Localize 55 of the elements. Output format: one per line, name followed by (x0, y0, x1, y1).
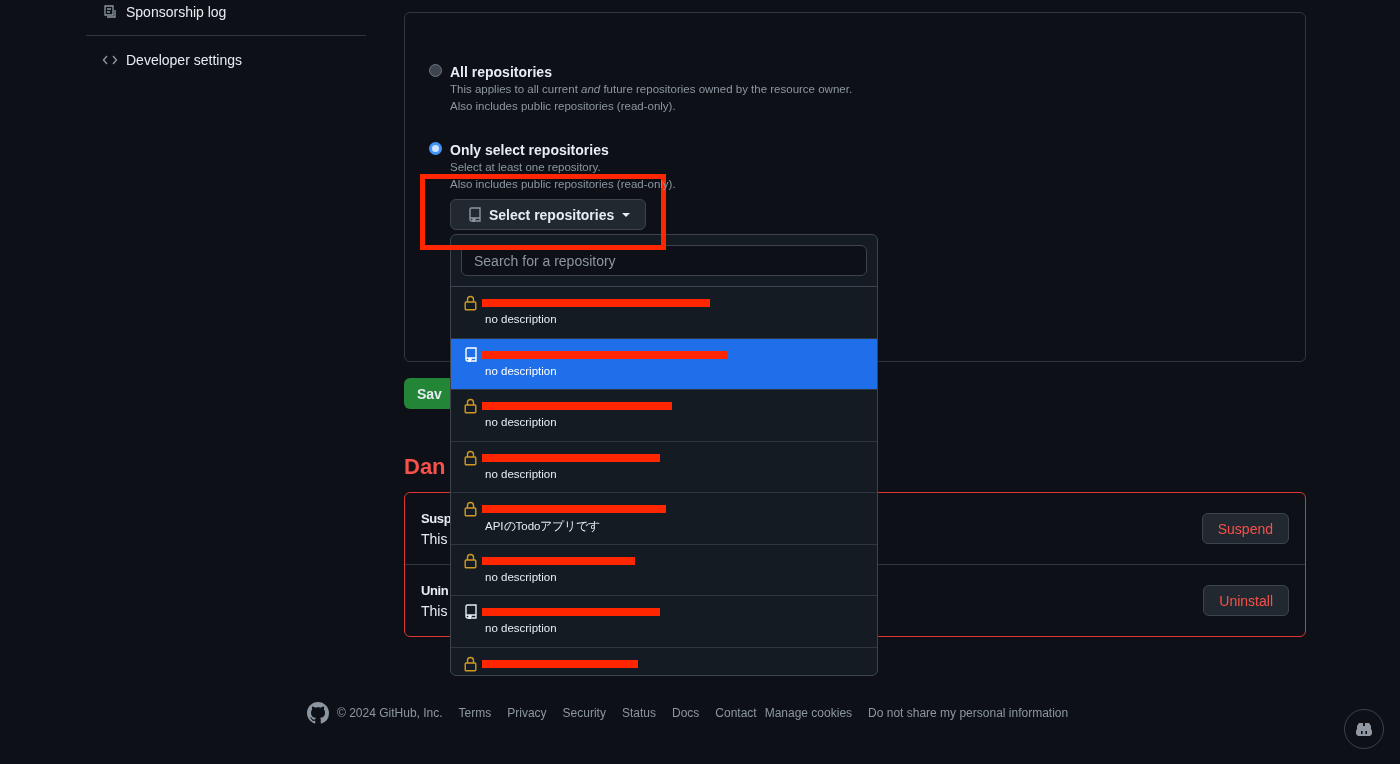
option-title: All repositories (450, 63, 553, 81)
footer-link[interactable]: Do not share my personal information (868, 706, 1069, 720)
footer-link[interactable]: Terms (458, 706, 492, 720)
lock-icon (463, 655, 477, 672)
repository-description: no description (485, 570, 558, 583)
repository-item[interactable]: no description (451, 287, 877, 339)
repository-item[interactable]: no description (451, 596, 877, 648)
repository-description: no description (485, 416, 558, 428)
goggles-face-icon (1356, 722, 1372, 736)
search-field[interactable]: Search for a repository (461, 245, 867, 276)
repository-item[interactable]: no description (451, 338, 877, 390)
radio-button[interactable] (429, 64, 442, 77)
sidebar-item[interactable]: Sponsorship log (86, 0, 366, 23)
option-note: Also includes public repositories (read-only). (450, 99, 676, 114)
repository-item[interactable]: APIのTodoアプリです (451, 493, 877, 545)
sidebar-item[interactable]: Developer settings (86, 48, 366, 71)
option-title: Only select repositories (450, 141, 610, 159)
danger-button[interactable]: Suspend (1201, 513, 1289, 544)
copyright-text: © 2024 GitHub, Inc. (337, 706, 443, 720)
repository-description: no description (485, 313, 558, 325)
repository-item[interactable]: no description (451, 441, 877, 493)
github-logo-icon (307, 702, 329, 724)
repository-item[interactable]: no description (451, 390, 877, 442)
repository-item[interactable]: no description (451, 544, 877, 596)
log-icon (102, 3, 118, 20)
copilot-button[interactable] (1344, 709, 1384, 749)
select-repositories-button[interactable]: Select repositories (450, 199, 647, 230)
footer-link[interactable]: Security (562, 706, 606, 720)
radio-button[interactable] (429, 142, 442, 155)
lock-icon (463, 552, 477, 569)
lock-icon (463, 449, 477, 466)
footer-link[interactable]: Privacy (507, 706, 547, 720)
setting-title: Susp (421, 510, 452, 528)
setting-description: This (421, 530, 449, 549)
caret-icon (622, 212, 631, 217)
repository-icon (463, 346, 477, 362)
lock-icon (463, 295, 477, 311)
repository-description: APIのTodoアプリです (485, 519, 602, 534)
danger-button[interactable]: Uninstall (1203, 585, 1289, 616)
section-heading: Dan (404, 455, 446, 479)
repository-description: no description (485, 364, 558, 377)
footer-link[interactable]: Manage cookies (764, 706, 853, 720)
footer-link[interactable]: Status (621, 706, 656, 720)
repository-description: no description (485, 467, 558, 480)
setting-title: Unin (421, 582, 449, 600)
footer-link[interactable]: Docs (671, 706, 700, 720)
lock-icon (463, 501, 477, 517)
repository-icon (468, 207, 481, 222)
repository-icon (463, 604, 477, 619)
footer-link[interactable]: Contact (715, 706, 757, 720)
option-description: This applies to all current and future repositories owned by the resource owner. (450, 82, 853, 97)
repository-description: no description (485, 622, 558, 634)
lock-icon (463, 398, 477, 414)
option-description: Select at least one repository. (450, 160, 602, 175)
setting-description: This (421, 602, 449, 621)
